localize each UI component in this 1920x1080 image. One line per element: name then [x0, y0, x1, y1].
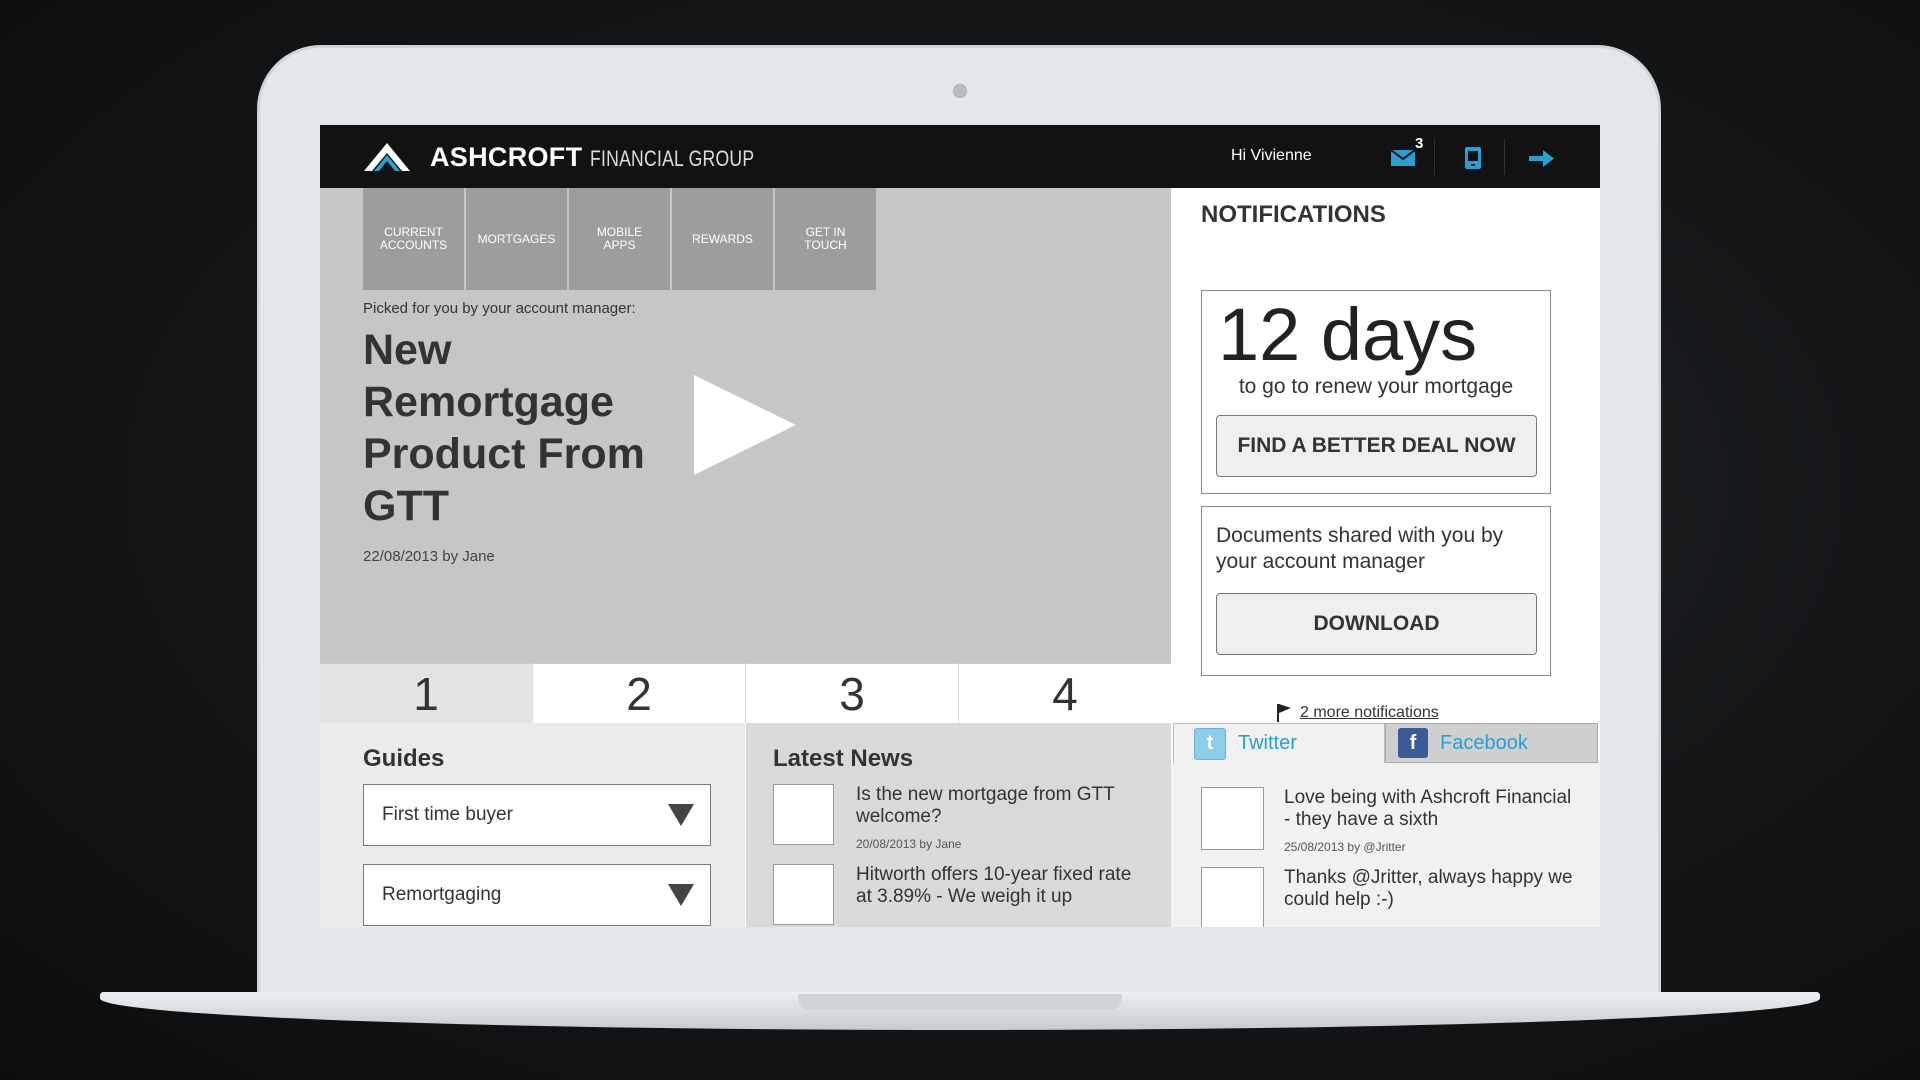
news-meta: 20/08/2013 by Jane	[856, 837, 962, 851]
news-item[interactable]: Hitworth offers 10-year fixed rate at 3.…	[773, 864, 1153, 927]
news-item[interactable]: Is the new mortgage from GTT welcome? 20…	[773, 784, 1153, 864]
download-button[interactable]: DOWNLOAD	[1216, 593, 1537, 655]
news-thumbnail	[773, 784, 834, 845]
news-headline: Is the new mortgage from GTT welcome?	[856, 784, 1115, 827]
guide-select-remortgaging[interactable]: Remortgaging	[363, 864, 711, 926]
tweet-avatar	[1201, 787, 1264, 850]
select-value: Remortgaging	[382, 884, 502, 905]
logout-button[interactable]	[1524, 143, 1558, 173]
topbar-divider	[1504, 139, 1505, 175]
social-feed: Love being with Ashcroft Financial - the…	[1171, 763, 1600, 927]
documents-card: Documents shared with you by your accoun…	[1201, 506, 1551, 676]
notifications-title: NOTIFICATIONS	[1201, 201, 1386, 228]
messages-button[interactable]: 3	[1386, 135, 1423, 173]
find-better-deal-button[interactable]: FIND A BETTER DEAL NOW	[1216, 415, 1537, 477]
brand-name-bold: ASHCROFT	[430, 141, 583, 172]
topbar-divider	[1434, 139, 1435, 175]
documents-text: Documents shared with you by your accoun…	[1216, 524, 1504, 573]
guide-select-first-time-buyer[interactable]: First time buyer	[363, 784, 711, 846]
news-headline: Hitworth offers 10-year fixed rate at 3.…	[856, 864, 1132, 907]
latest-news-panel: Latest News Is the new mortgage from GTT…	[746, 723, 1171, 927]
play-video-icon[interactable]	[694, 375, 796, 475]
tab-twitter-label: Twitter	[1238, 732, 1297, 754]
tweet-text: Love being with Ashcroft Financial - the…	[1284, 787, 1572, 830]
picked-label: Picked for you by your account manager:	[363, 300, 636, 317]
tweet-avatar	[1201, 867, 1264, 927]
tweet-item[interactable]: Thanks @Jritter, always happy we could h…	[1201, 867, 1581, 927]
nav-current-accounts[interactable]: CURRENT ACCOUNTS	[363, 188, 464, 290]
main-nav: CURRENT ACCOUNTS MORTGAGES MOBILE APPS R…	[363, 188, 878, 290]
flag-icon	[1277, 704, 1291, 722]
mail-icon	[1390, 149, 1416, 166]
guides-panel: Guides First time buyer Remortgaging	[320, 723, 745, 927]
nav-rewards[interactable]: REWARDS	[672, 188, 773, 290]
twitter-icon: t	[1194, 727, 1226, 760]
tweet-meta: 25/08/2013 by @Jritter	[1284, 840, 1406, 854]
pager-tab-4[interactable]: 4	[959, 663, 1171, 723]
webcam-icon	[953, 84, 967, 98]
app-screen: ASHCROFT FINANCIAL GROUP Hi Vivienne 3 C…	[320, 125, 1600, 927]
brand-name: ASHCROFT FINANCIAL GROUP	[430, 142, 796, 173]
carousel-pager: 1 2 3 4	[320, 663, 1171, 723]
laptop-notch	[798, 994, 1122, 1010]
tab-facebook-label: Facebook	[1440, 731, 1528, 754]
nav-get-in-touch[interactable]: GET IN TOUCH	[775, 188, 876, 290]
news-title: Latest News	[773, 745, 914, 772]
tab-twitter[interactable]: t Twitter	[1173, 723, 1385, 763]
hero-byline: 22/08/2013 by Jane	[363, 548, 495, 565]
pager-tab-1[interactable]: 1	[320, 663, 532, 723]
tab-facebook[interactable]: f Facebook	[1385, 723, 1598, 763]
featured-hero: CURRENT ACCOUNTS MORTGAGES MOBILE APPS R…	[320, 188, 1171, 663]
brand-name-light: FINANCIAL GROUP	[590, 145, 755, 171]
logout-arrow-icon	[1529, 150, 1554, 167]
brand-logo[interactable]: ASHCROFT FINANCIAL GROUP	[362, 141, 796, 173]
dropdown-arrow-icon	[668, 884, 694, 906]
notifications-sidebar: NOTIFICATIONS 12 days to go to renew you…	[1171, 188, 1600, 927]
news-thumbnail	[773, 864, 834, 925]
hero-title[interactable]: New Remortgage Product From GTT	[363, 324, 673, 532]
days-countdown: 12 days	[1218, 293, 1478, 376]
top-bar: ASHCROFT FINANCIAL GROUP Hi Vivienne 3	[320, 125, 1600, 188]
dropdown-arrow-icon	[668, 804, 694, 826]
more-notifications-link[interactable]: 2 more notifications	[1276, 703, 1439, 723]
select-value: First time buyer	[382, 804, 513, 825]
pager-tab-3[interactable]: 3	[746, 663, 958, 723]
more-notifications-label: 2 more notifications	[1300, 704, 1439, 721]
tweet-text: Thanks @Jritter, always happy we could h…	[1284, 867, 1573, 910]
social-tabs: t Twitter f Facebook	[1171, 723, 1600, 763]
mobile-button[interactable]	[1456, 143, 1490, 173]
renew-text: to go to renew your mortgage	[1238, 375, 1514, 398]
mortgage-renewal-card: 12 days to go to renew your mortgage FIN…	[1201, 290, 1551, 494]
nav-mobile-apps[interactable]: MOBILE APPS	[569, 188, 670, 290]
mail-count-badge: 3	[1415, 135, 1424, 152]
mobile-icon	[1465, 147, 1481, 169]
facebook-icon: f	[1398, 728, 1428, 758]
nav-mortgages[interactable]: MORTGAGES	[466, 188, 567, 290]
user-greeting: Hi Vivienne	[1231, 147, 1312, 164]
tweet-item[interactable]: Love being with Ashcroft Financial - the…	[1201, 787, 1581, 867]
mountain-logo-icon	[364, 143, 410, 171]
pager-tab-2[interactable]: 2	[533, 663, 745, 723]
guides-title: Guides	[363, 745, 445, 772]
